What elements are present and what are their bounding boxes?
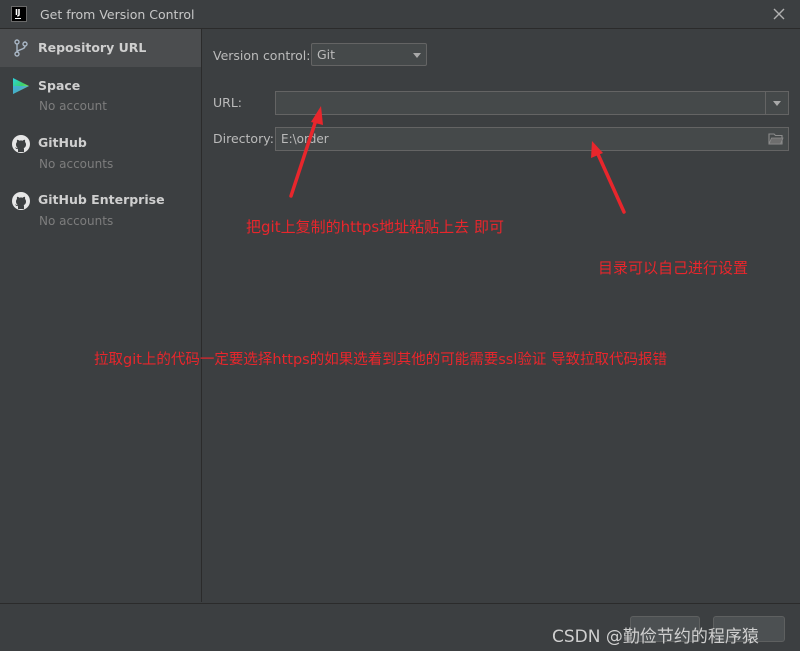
folder-browse-icon[interactable] [768,132,784,146]
sidebar-item-label: Space [38,78,81,93]
sidebar-item-label: GitHub [38,135,87,150]
space-icon [13,78,29,94]
close-icon [773,8,785,20]
bottom-bar: CSDN @勤俭节约的程序猿 [0,603,800,651]
window-title: Get from Version Control [40,7,195,22]
github-enterprise-icon [12,192,30,210]
account-status: No accounts [39,214,114,228]
https-note-annotation: 拉取git上的代码一定要选择https的如果选着到其他的可能需要ssl验证 导致… [94,352,667,368]
directory-hint-annotation: 目录可以自己进行设置 [598,259,749,277]
sidebar-item-label: GitHub Enterprise [38,192,165,207]
close-button[interactable] [770,5,788,23]
url-hint-annotation: 把git上复制的https地址粘贴上去 即可 [246,218,504,236]
account-status: No accounts [39,157,114,171]
git-branch-icon [14,39,28,57]
sidebar-item-label: Repository URL [38,40,147,55]
sidebar-item-space[interactable]: Space No account [0,71,201,121]
version-control-select[interactable]: Git [311,43,427,66]
version-control-label: Version control: [213,48,311,63]
account-status: No account [39,99,107,113]
title-bar: IJ Get from Version Control [0,0,800,29]
chevron-down-icon [413,53,421,58]
github-icon [12,135,30,153]
directory-label: Directory: [213,131,274,146]
directory-field[interactable] [275,127,789,151]
version-control-value: Git [317,47,336,62]
sidebar-item-github[interactable]: GitHub No accounts [0,129,201,179]
logo-text: IJ [15,8,20,17]
sidebar-item-github-enterprise[interactable]: GitHub Enterprise No accounts [0,186,201,236]
sidebar-item-repository-url[interactable]: Repository URL [0,29,201,67]
url-input[interactable] [276,92,770,114]
directory-input[interactable] [276,128,766,150]
sidebar: Repository URL Space No account GitHub N… [0,29,202,602]
intellij-logo-icon: IJ [11,6,27,22]
main-panel: Version control: Git URL: Directory: [202,29,800,602]
chevron-down-icon [773,101,781,106]
url-field[interactable] [275,91,789,115]
url-history-dropdown[interactable] [765,92,788,114]
url-label: URL: [213,95,243,110]
csdn-watermark: CSDN @勤俭节约的程序猿 [552,627,759,647]
